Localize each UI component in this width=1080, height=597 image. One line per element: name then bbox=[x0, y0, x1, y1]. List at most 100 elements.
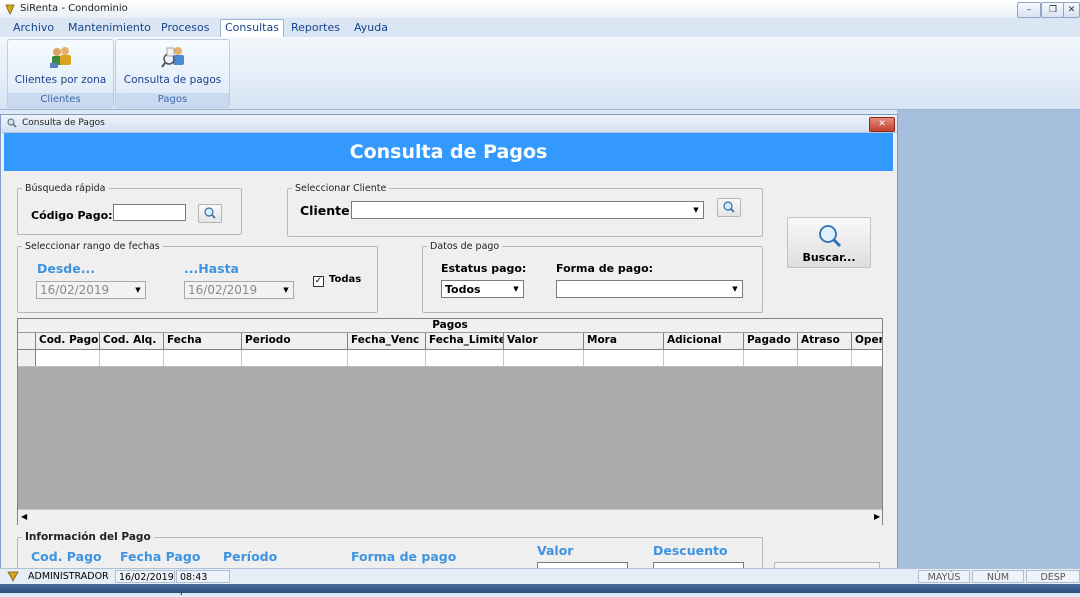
table-cell[interactable] bbox=[164, 350, 242, 366]
column-header[interactable]: Mora bbox=[584, 333, 664, 349]
page-title: Consulta de Pagos bbox=[349, 141, 548, 163]
hasta-date-picker[interactable]: 16/02/2019 ▼ bbox=[184, 281, 294, 299]
desde-date-picker[interactable]: 16/02/2019 ▼ bbox=[36, 281, 146, 299]
child-window-title: Consulta de Pagos bbox=[22, 118, 105, 128]
info-cod-pago-label: Cod. Pago bbox=[31, 549, 102, 564]
payment-info-legend: Información del Pago bbox=[25, 531, 151, 543]
ribbon: Clientes por zona Clientes Consulta de p… bbox=[0, 37, 1080, 110]
grid-caption: Pagos bbox=[18, 319, 882, 333]
table-cell[interactable] bbox=[504, 350, 584, 366]
cliente-select[interactable]: ▼ bbox=[351, 201, 704, 219]
payment-search-icon bbox=[160, 47, 184, 68]
status-bar: ADMINISTRADOR 16/02/2019 08:43 p.m. MAYÚ… bbox=[0, 568, 1080, 596]
scroll-left-icon[interactable]: ◀ bbox=[21, 512, 27, 521]
child-close-button[interactable]: ✕ bbox=[869, 117, 895, 132]
horizontal-scrollbar[interactable]: ◀ ▶ bbox=[18, 509, 882, 525]
table-row[interactable] bbox=[18, 350, 882, 367]
info-descuento-label: Descuento bbox=[653, 543, 728, 558]
forma-pago-select[interactable]: ▼ bbox=[556, 280, 743, 298]
table-cell[interactable] bbox=[242, 350, 348, 366]
chevron-down-icon: ▼ bbox=[513, 285, 519, 293]
column-header[interactable]: Adicional bbox=[664, 333, 744, 349]
grid-header: Cod. Pago Cod. Alq. Fecha Periodo Fecha_… bbox=[18, 333, 882, 350]
status-user: ADMINISTRADOR bbox=[28, 571, 109, 582]
users-zone-icon bbox=[49, 47, 71, 68]
column-header[interactable]: Fecha_Limite bbox=[426, 333, 504, 349]
table-cell[interactable] bbox=[36, 350, 100, 366]
ribbon-group-clientes: Clientes por zona Clientes bbox=[7, 39, 114, 108]
quick-search-button[interactable] bbox=[198, 204, 222, 223]
cliente-label: Cliente bbox=[300, 203, 350, 218]
status-num: NÚM bbox=[972, 570, 1024, 583]
row-header[interactable] bbox=[18, 350, 36, 366]
chevron-down-icon: ▼ bbox=[135, 286, 141, 294]
estatus-pago-value: Todos bbox=[445, 283, 481, 296]
menu-reportes[interactable]: Reportes bbox=[287, 20, 344, 35]
header-band: Consulta de Pagos bbox=[4, 133, 893, 171]
column-header[interactable]: Fecha bbox=[164, 333, 242, 349]
table-cell[interactable] bbox=[584, 350, 664, 366]
desde-date-value: 16/02/2019 bbox=[40, 283, 110, 297]
desde-label: Desde... bbox=[37, 261, 95, 276]
restore-button[interactable]: ❐ bbox=[1041, 2, 1065, 18]
clientes-por-zona-button[interactable]: Clientes por zona bbox=[10, 44, 111, 90]
ribbon-group-caption: Clientes bbox=[8, 93, 113, 107]
forma-pago-label: Forma de pago: bbox=[556, 262, 654, 275]
table-cell[interactable] bbox=[664, 350, 744, 366]
close-button[interactable]: ✕ bbox=[1063, 2, 1080, 18]
status-scroll: DESP bbox=[1026, 570, 1080, 583]
info-fecha-pago-label: Fecha Pago bbox=[120, 549, 201, 564]
app-status-icon bbox=[7, 571, 19, 582]
buscar-button[interactable]: Buscar... bbox=[787, 217, 871, 268]
column-header[interactable]: Fecha_Venc bbox=[348, 333, 426, 349]
child-title-bar: Consulta de Pagos ✕ bbox=[1, 115, 897, 133]
column-header[interactable]: Valor bbox=[504, 333, 584, 349]
codigo-pago-input[interactable] bbox=[113, 204, 186, 221]
column-header[interactable]: Cod. Alq. bbox=[100, 333, 164, 349]
menu-consultas[interactable]: Consultas bbox=[220, 19, 284, 37]
pagos-grid[interactable]: Pagos Cod. Pago Cod. Alq. Fecha Periodo … bbox=[17, 318, 883, 525]
table-cell[interactable] bbox=[426, 350, 504, 366]
client-legend: Seleccionar Cliente bbox=[295, 183, 387, 194]
search-icon bbox=[819, 225, 842, 248]
info-periodo-label: Período bbox=[223, 549, 278, 564]
buscar-label: Buscar... bbox=[802, 251, 856, 264]
info-forma-pago-label: Forma de pago bbox=[351, 549, 457, 564]
hasta-date-value: 16/02/2019 bbox=[188, 283, 258, 297]
status-date: 16/02/2019 bbox=[115, 570, 175, 583]
scroll-right-icon[interactable]: ▶ bbox=[874, 512, 880, 521]
table-cell[interactable] bbox=[100, 350, 164, 366]
consulta-pagos-window: Consulta de Pagos ✕ Consulta de Pagos Bú… bbox=[0, 114, 898, 593]
title-bar: SiRenta - Condominio – ❐ ✕ bbox=[0, 0, 1080, 19]
menu-archivo[interactable]: Archivo bbox=[9, 20, 58, 35]
info-valor-label: Valor bbox=[537, 543, 574, 558]
estatus-pago-select[interactable]: Todos ▼ bbox=[441, 280, 524, 298]
consulta-de-pagos-button[interactable]: Consulta de pagos bbox=[118, 44, 227, 90]
chevron-down-icon: ▼ bbox=[693, 206, 699, 214]
minimize-button[interactable]: – bbox=[1017, 2, 1041, 18]
todas-checkbox[interactable]: ✓ bbox=[313, 276, 324, 287]
client-search-button[interactable] bbox=[717, 198, 741, 217]
mdi-background bbox=[897, 110, 1080, 568]
chevron-down-icon: ▼ bbox=[283, 286, 289, 294]
estatus-pago-label: Estatus pago: bbox=[441, 262, 527, 275]
table-cell[interactable] bbox=[744, 350, 798, 366]
menu-bar: Archivo Mantenimiento Procesos Consultas… bbox=[0, 18, 1080, 37]
clientes-por-zona-label: Clientes por zona bbox=[14, 74, 107, 86]
column-header[interactable]: Periodo bbox=[242, 333, 348, 349]
table-cell[interactable] bbox=[852, 350, 882, 366]
menu-mantenimiento[interactable]: Mantenimiento bbox=[64, 20, 155, 35]
menu-procesos[interactable]: Procesos bbox=[157, 20, 213, 35]
column-header[interactable]: Atraso bbox=[798, 333, 852, 349]
column-header[interactable]: Cod. Pago bbox=[36, 333, 100, 349]
chevron-down-icon: ▼ bbox=[732, 285, 738, 293]
ribbon-group-caption: Pagos bbox=[116, 93, 229, 107]
table-cell[interactable] bbox=[798, 350, 852, 366]
search-icon bbox=[204, 207, 216, 219]
todas-label: Todas bbox=[329, 274, 362, 285]
table-cell[interactable] bbox=[348, 350, 426, 366]
hasta-label: ...Hasta bbox=[184, 261, 239, 276]
column-header[interactable]: Pagado bbox=[744, 333, 798, 349]
column-header[interactable]: Opera bbox=[852, 333, 882, 349]
menu-ayuda[interactable]: Ayuda bbox=[350, 20, 392, 35]
